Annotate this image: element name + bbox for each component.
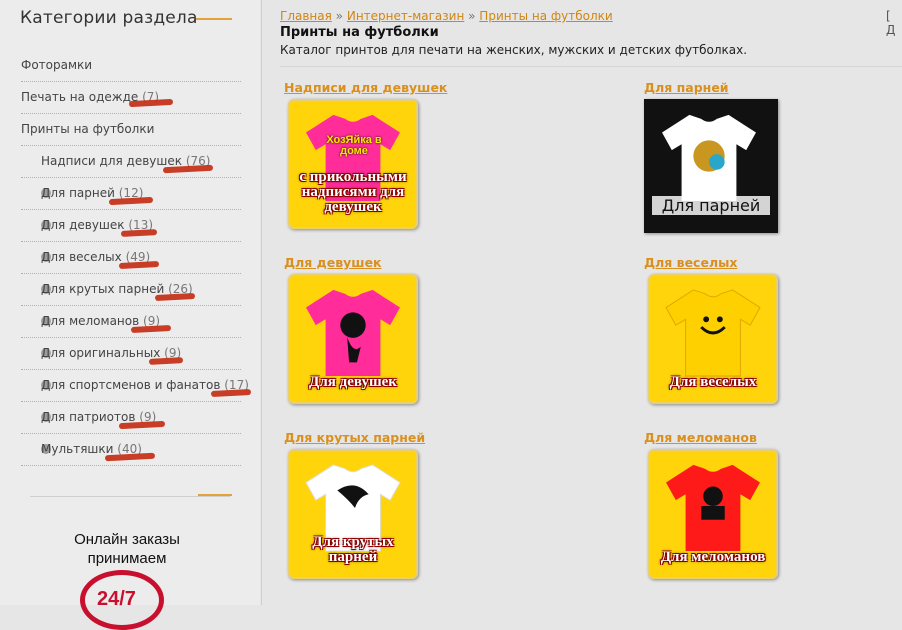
category-image[interactable]: Для меломанов <box>648 449 778 579</box>
category-image[interactable]: Для веселых <box>648 274 778 404</box>
online-orders-text: Онлайн заказы принимаем <box>74 531 180 567</box>
menu-item-label: Фоторамки <box>21 58 93 72</box>
category-overlay-text: Для парней <box>652 196 770 215</box>
category-link[interactable]: Для веселых <box>644 255 824 270</box>
breadcrumb-separator: » <box>335 9 344 23</box>
page-title: Принты на футболки <box>280 25 439 40</box>
menu-item-clothes-print[interactable]: Печать на одежде (7) <box>21 82 241 114</box>
separator-accent <box>198 494 232 496</box>
tshirt-icon <box>662 114 756 202</box>
submenu-item-label: Для крутых парней <box>41 282 165 296</box>
submenu-item-label: Для девушек <box>41 218 125 232</box>
category-overlay-text: Для девушек <box>309 374 397 390</box>
shirt-caption: ХозЯйка в доме <box>326 134 382 157</box>
submenu-item-label: Для патриотов <box>41 410 136 424</box>
category-image[interactable]: Для девушек <box>288 274 418 404</box>
marker-stroke <box>162 164 214 174</box>
marker-stroke <box>118 420 166 430</box>
submenu-item-label: Надписи для девушек <box>41 154 182 168</box>
breadcrumb-home[interactable]: Главная <box>280 9 332 23</box>
submenu-item-label: Мультяшки <box>41 442 114 456</box>
sidebar-separator <box>30 496 230 497</box>
category-block: Для меломанов Для меломанов <box>644 430 824 579</box>
marker-stroke <box>130 324 172 334</box>
category-link[interactable]: Для девушек <box>284 255 464 270</box>
submenu-item-girls-captions[interactable]: Надписи для девушек (76) <box>21 146 241 178</box>
marker-stroke <box>128 98 174 108</box>
submenu-item-cool-guys[interactable]: Для крутых парней (26) <box>21 274 241 306</box>
title-accent-line <box>196 18 232 20</box>
category-block: Надписи для девушек ХозЯйка в доме с при… <box>284 80 464 229</box>
submenu-item-guys[interactable]: Для парней (12) <box>21 178 241 210</box>
category-link[interactable]: Для меломанов <box>644 430 824 445</box>
category-block: Для парней Для парней <box>644 80 824 233</box>
clock-24-7-label: 24/7 <box>97 588 136 610</box>
submenu-item-music-lovers[interactable]: Для меломанов (9) <box>21 306 241 338</box>
category-image[interactable]: Для крутых парней <box>288 449 418 579</box>
marker-stroke <box>154 292 196 302</box>
submenu-item-label: Для оригинальных <box>41 346 161 360</box>
tshirt-icon <box>666 464 760 552</box>
tshirt-icon <box>306 289 400 377</box>
marker-stroke <box>108 196 154 206</box>
marker-stroke <box>104 452 156 462</box>
category-overlay-text: Для веселых <box>669 374 757 390</box>
menu-item-label: Печать на одежде <box>21 90 139 104</box>
breadcrumb-shop[interactable]: Интернет-магазин <box>347 9 464 23</box>
marker-stroke <box>210 388 252 398</box>
category-image[interactable]: Для парней <box>644 99 778 233</box>
category-block: Для девушек Для девушек <box>284 255 464 404</box>
category-link[interactable]: Для крутых парней <box>284 430 464 445</box>
submenu-item-label: Для меломанов <box>41 314 140 328</box>
category-overlay-text: Для крутых парней <box>312 534 394 565</box>
corner-link[interactable]: [ Д <box>886 9 902 37</box>
content-divider <box>280 66 902 67</box>
tshirt-icon <box>665 289 761 377</box>
category-link[interactable]: Надписи для девушек <box>284 80 464 95</box>
submenu-item-cartoons[interactable]: Мультяшки (40) <box>21 434 241 466</box>
marker-stroke <box>120 229 158 237</box>
submenu-item-label: Для парней <box>41 186 115 200</box>
category-menu: Фоторамки Печать на одежде (7) Принты на… <box>21 50 252 466</box>
breadcrumb-current[interactable]: Принты на футболки <box>479 9 612 23</box>
menu-item-tshirt-prints[interactable]: Принты на футболки <box>21 114 241 146</box>
submenu-item-patriots[interactable]: Для патриотов (9) <box>21 402 241 434</box>
menu-item-label: Принты на футболки <box>21 122 155 136</box>
submenu-item-sport-fans[interactable]: Для спортсменов и фанатов (17) <box>21 370 252 402</box>
submenu-item-label: Для спортсменов и фанатов <box>41 378 221 392</box>
category-overlay-text: с прикольными надписями для девушек <box>299 169 407 215</box>
main-content: Главная » Интернет-магазин » Принты на ф… <box>262 0 902 605</box>
sidebar: Категории раздела Фоторамки Печать на од… <box>0 0 260 630</box>
category-link[interactable]: Для парней <box>644 80 824 95</box>
marker-stroke <box>148 357 184 365</box>
submenu-item-funny[interactable]: Для веселых (49) <box>21 242 241 274</box>
submenu-item-label: Для веселых <box>41 250 122 264</box>
sidebar-title: Категории раздела <box>20 8 198 28</box>
marker-stroke <box>118 260 160 270</box>
menu-item-photoframes[interactable]: Фоторамки <box>21 50 241 82</box>
category-block: Для веселых Для веселых <box>644 255 824 404</box>
page-description: Каталог принтов для печати на женских, м… <box>280 43 748 57</box>
breadcrumb-separator: » <box>468 9 476 23</box>
category-block: Для крутых парней Для крутых парней <box>284 430 464 579</box>
submenu-item-girls[interactable]: Для девушек (13) <box>21 210 241 242</box>
submenu-item-original[interactable]: Для оригинальных (9) <box>21 338 241 370</box>
breadcrumb: Главная » Интернет-магазин » Принты на ф… <box>280 9 613 23</box>
category-overlay-text: Для меломанов <box>660 549 766 565</box>
category-image[interactable]: ХозЯйка в доме с прикольными надписями д… <box>288 99 418 229</box>
